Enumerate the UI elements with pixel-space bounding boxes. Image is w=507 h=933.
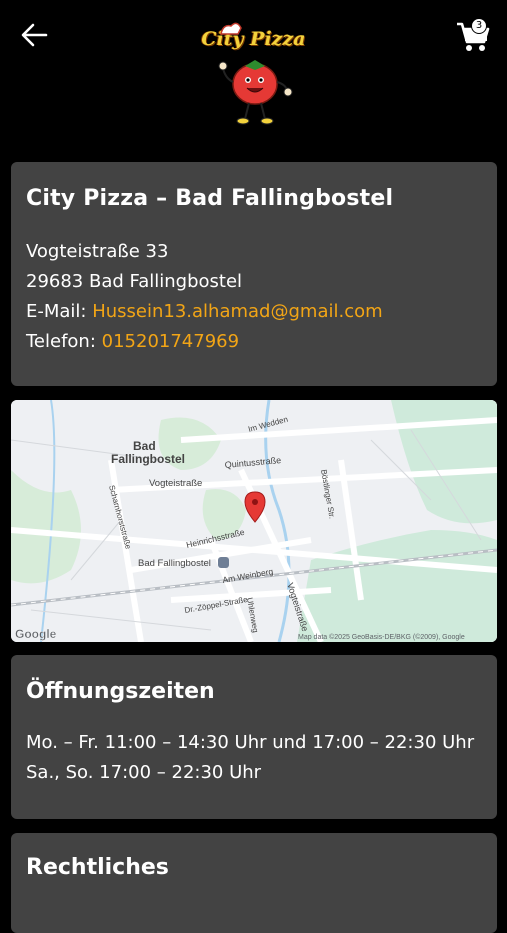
email-row: E-Mail: Hussein13.alhamad@gmail.com: [26, 297, 383, 327]
hours-weekend: Sa., So. 17:00 – 22:30 Uhr: [26, 762, 262, 783]
address-block: Vogteistraße 33 29683 Bad Fallingbostel …: [26, 237, 383, 357]
cart-count-badge: 3: [471, 18, 487, 34]
city-address: 29683 Bad Fallingbostel: [26, 271, 243, 292]
opening-hours-card: Öffnungszeiten Mo. – Fr. 11:00 – 14:30 U…: [11, 655, 497, 819]
top-bar: City Pizza 3: [0, 0, 507, 140]
email-link[interactable]: Hussein13.alhamad@gmail.com: [92, 301, 382, 322]
street-address: Vogteistraße 33: [26, 241, 169, 262]
email-label: E-Mail:: [26, 301, 93, 322]
cart-button[interactable]: 3: [453, 16, 493, 56]
hours-weekdays: Mo. – Fr. 11:00 – 14:30 Uhr und 17:00 – …: [26, 732, 475, 753]
map-label-town-1: Bad: [133, 439, 156, 453]
restaurant-info-card: City Pizza – Bad Fallingbostel Vogteistr…: [11, 162, 497, 386]
tomato-mascot-icon: [218, 22, 292, 125]
back-button[interactable]: [16, 18, 52, 54]
restaurant-title: City Pizza – Bad Fallingbostel: [26, 186, 394, 211]
back-arrow-icon: [21, 23, 48, 47]
phone-row: Telefon: 015201747969: [26, 327, 383, 357]
map-label-station: Bad Fallingbostel: [138, 558, 211, 569]
train-station-icon: [218, 557, 229, 568]
hours-list: Mo. – Fr. 11:00 – 14:30 Uhr und 17:00 – …: [26, 728, 474, 788]
city-pizza-logo: City Pizza: [199, 14, 309, 132]
map-label-town-2: Fallingbostel: [111, 452, 185, 466]
map-canvas[interactable]: Bad Fallingbostel Vogteistraße Quintusst…: [11, 400, 497, 642]
legal-title: Rechtliches: [26, 855, 169, 880]
hours-title: Öffnungszeiten: [26, 679, 215, 704]
phone-label: Telefon:: [26, 331, 102, 352]
location-map[interactable]: Bad Fallingbostel Vogteistraße Quintusst…: [11, 400, 497, 642]
map-label-vogteistrasse: Vogteistraße: [149, 478, 202, 489]
legal-card[interactable]: Rechtliches: [11, 833, 497, 933]
map-attribution[interactable]: Map data ©2025 GeoBasis-DE/BKG (©2009), …: [298, 633, 465, 641]
phone-link[interactable]: 015201747969: [102, 331, 239, 352]
google-logo: Google: [15, 627, 57, 641]
